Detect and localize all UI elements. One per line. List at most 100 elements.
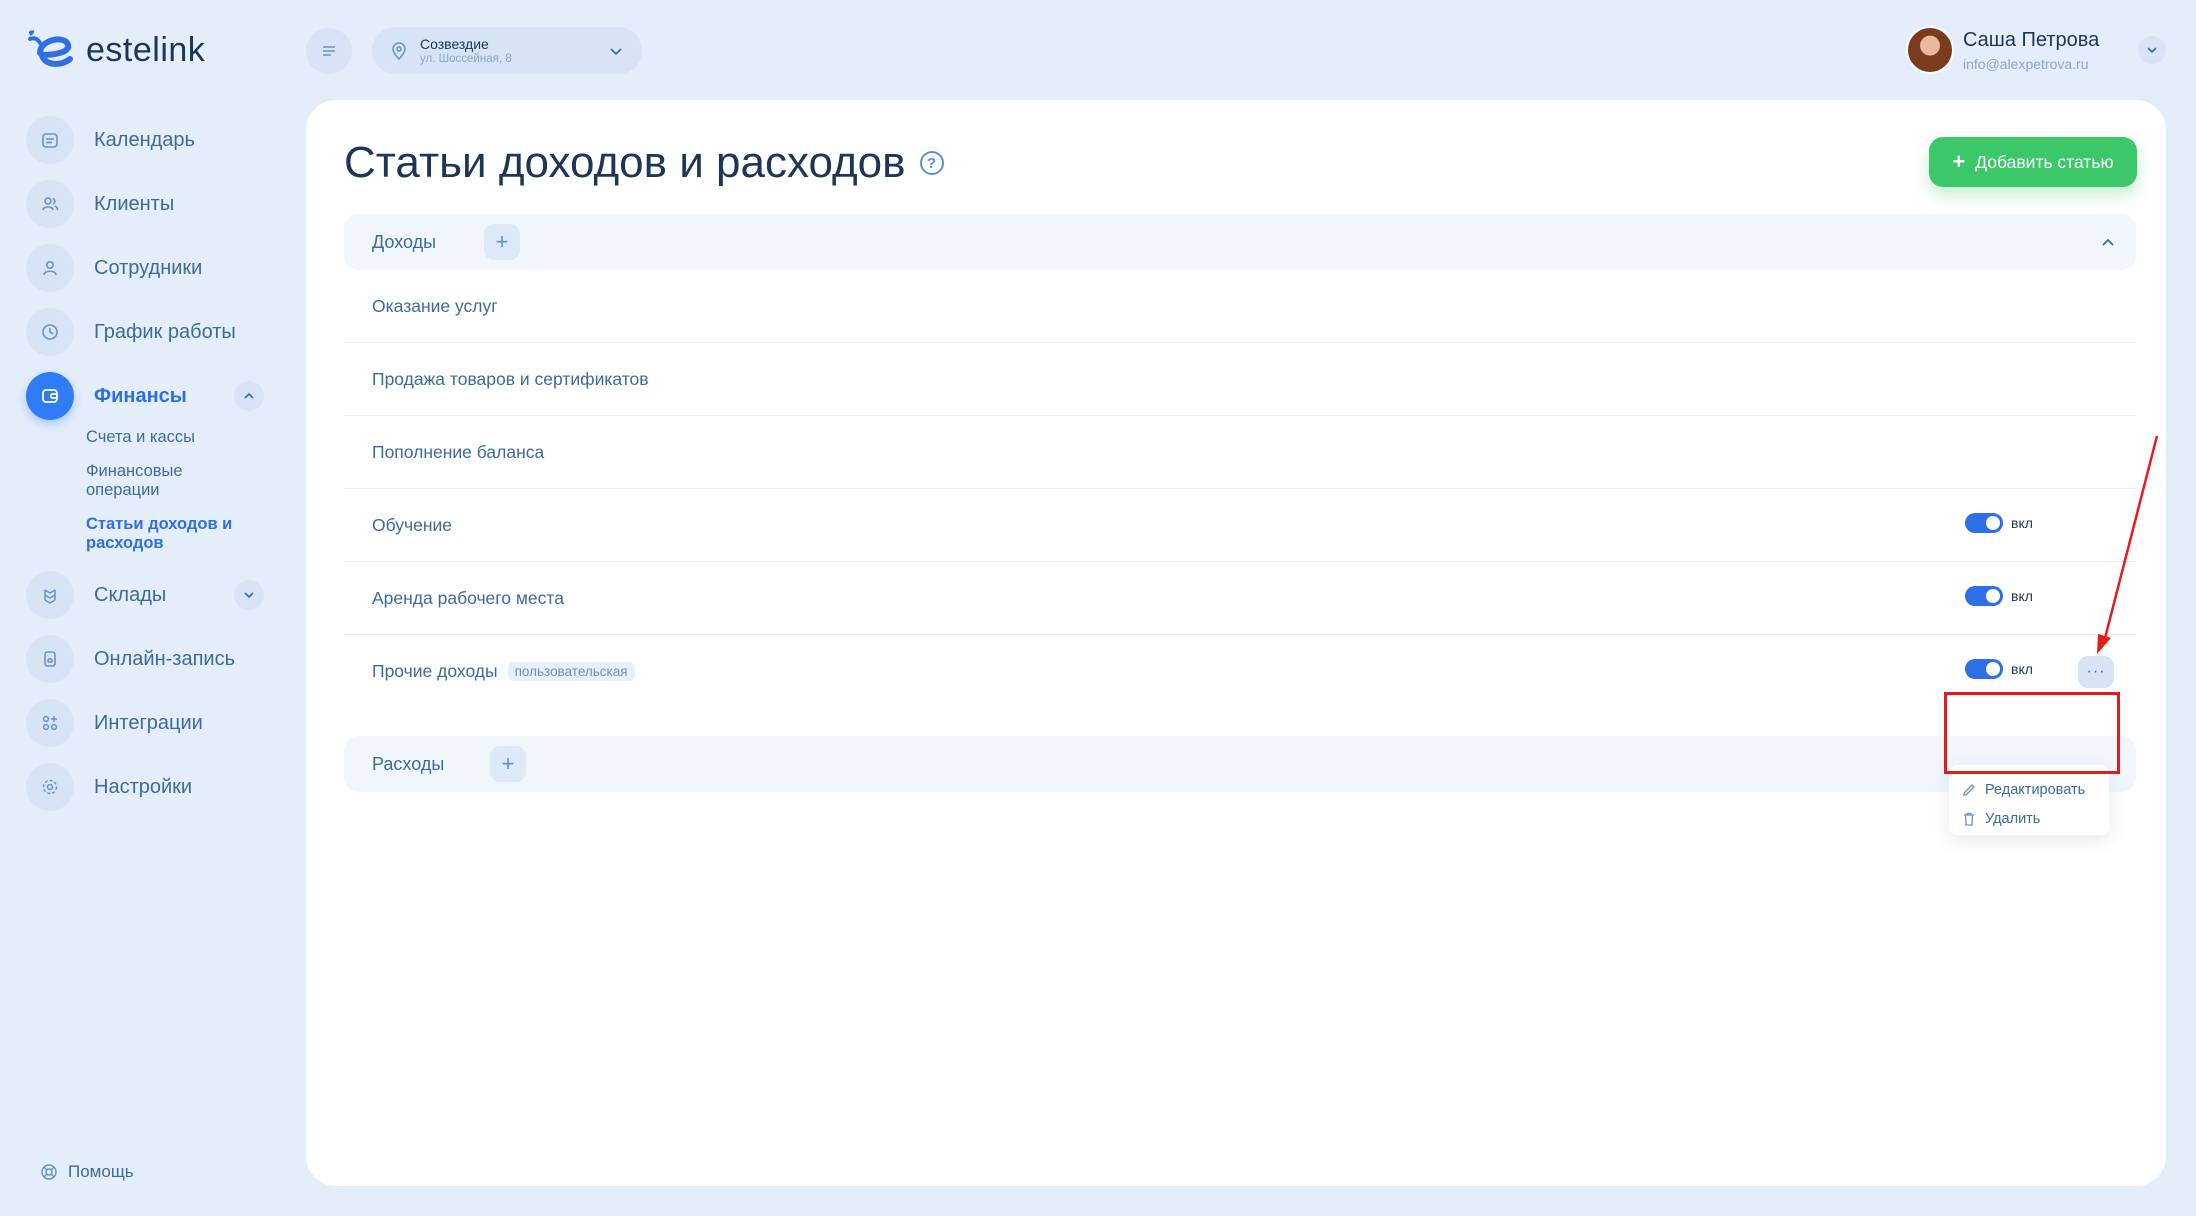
list-item[interactable]: Оказание услуг (344, 270, 2136, 343)
calendar-icon (26, 116, 74, 164)
edit-menu-item[interactable]: Редактировать (1961, 775, 2109, 804)
sidebar-item-finance[interactable]: Финансы (26, 372, 266, 420)
list-item[interactable]: Прочие доходы пользовательская вкл ··· (344, 635, 2136, 708)
sidebar-item-label: Календарь (94, 128, 195, 151)
sidebar-item-label: Онлайн-запись (94, 647, 235, 670)
sidebar-nav: Календарь Клиенты Сотрудники График рабо… (26, 116, 266, 827)
logo-text: estelink (86, 30, 206, 69)
sidebar-item-schedule[interactable]: График работы (26, 308, 266, 356)
user-menu-chevron-icon[interactable] (2138, 36, 2166, 64)
plus-icon: + (1952, 149, 1966, 174)
menu-lines-icon (323, 46, 335, 56)
user-name: Саша Петрова (1963, 28, 2100, 51)
page-title: Статьи доходов и расходов ? (344, 138, 944, 188)
clock-icon (26, 308, 74, 356)
branch-name: Созвездие (420, 36, 489, 52)
delete-menu-item[interactable]: Удалить (1961, 804, 2109, 833)
list-item[interactable]: Аренда рабочего места вкл (344, 562, 2136, 635)
annotation-arrow-icon (2097, 435, 2159, 654)
user-info: Саша Петрова info@alexpetrova.ru (1963, 29, 2099, 72)
more-actions-button[interactable]: ··· (2078, 656, 2114, 688)
chevron-down-icon (610, 47, 622, 55)
enabled-toggle[interactable]: вкл (1965, 586, 2033, 606)
warehouse-icon (26, 571, 74, 619)
logo[interactable]: estelink (26, 26, 205, 74)
online-booking-icon (26, 635, 74, 683)
income-section-header[interactable]: Доходы + (344, 214, 2136, 270)
add-article-label: Добавить статью (1975, 151, 2114, 172)
chevron-up-icon[interactable] (234, 381, 264, 411)
toggle-switch[interactable] (1965, 513, 2003, 533)
help-label: Помощь (68, 1162, 134, 1181)
toggle-label: вкл (2011, 661, 2033, 677)
row-label: Прочие доходы (372, 661, 498, 681)
more-dots-icon: ··· (2086, 663, 2106, 680)
chevron-down-icon[interactable] (234, 580, 264, 610)
list-item[interactable]: Пополнение баланса (344, 416, 2136, 489)
row-label: Продажа товаров и сертификатов (372, 368, 649, 389)
toggle-label: вкл (2011, 588, 2033, 604)
user-email: info@alexpetrova.ru (1963, 55, 2089, 72)
trash-icon (1964, 812, 1974, 826)
user-profile[interactable]: Саша Петрова info@alexpetrova.ru (1906, 26, 2099, 74)
edit-label: Редактировать (1985, 781, 2086, 798)
add-article-button[interactable]: + Добавить статью (1929, 137, 2137, 187)
subnav-item-operations[interactable]: Финансовые операции (86, 462, 216, 500)
annotation-highlight-box (1944, 692, 2120, 774)
row-label: Пополнение баланса (372, 441, 545, 462)
row-actions-menu: Редактировать Удалить (1949, 765, 2109, 835)
custom-badge: пользовательская (507, 662, 635, 681)
sidebar-item-label: Клиенты (94, 192, 175, 215)
integrations-icon (26, 699, 74, 747)
toggle-label: вкл (2011, 515, 2033, 531)
toggle-switch[interactable] (1965, 586, 2003, 606)
clients-icon (26, 180, 74, 228)
enabled-toggle[interactable]: вкл (1965, 513, 2033, 533)
sidebar-item-employees[interactable]: Сотрудники (26, 244, 266, 292)
sidebar-item-label: Настройки (94, 775, 193, 798)
employee-icon (26, 244, 74, 292)
expenses-section-label: Расходы (372, 753, 445, 774)
sidebar-item-warehouses[interactable]: Склады (26, 571, 266, 619)
row-label: Обучение (372, 514, 453, 535)
sidebar-item-settings[interactable]: Настройки (26, 763, 266, 811)
branch-selector[interactable]: Созвездие ул. Шоссейная, 8 (372, 27, 642, 74)
subnav-item-accounts[interactable]: Счета и кассы (86, 428, 266, 447)
add-income-button[interactable]: + (484, 224, 520, 260)
sidebar-item-label: Сотрудники (94, 256, 203, 279)
menu-toggle-button[interactable] (306, 28, 352, 74)
row-label: Аренда рабочего места (372, 587, 564, 608)
branch-text: Созвездие ул. Шоссейная, 8 (420, 36, 608, 65)
expenses-section-header[interactable]: Расходы + (344, 736, 2136, 792)
gear-icon (26, 763, 74, 811)
sidebar-item-label: Финансы (94, 384, 187, 407)
location-pin-icon (392, 41, 406, 60)
chevron-up-icon[interactable] (2098, 232, 2118, 252)
toggle-switch[interactable] (1965, 659, 2003, 679)
branch-address: ул. Шоссейная, 8 (420, 53, 512, 65)
sidebar-item-integrations[interactable]: Интеграции (26, 699, 266, 747)
add-expense-button[interactable]: + (490, 746, 526, 782)
delete-label: Удалить (1985, 810, 2041, 827)
sidebar-item-label: Склады (94, 583, 167, 606)
main-card: Статьи доходов и расходов ? + Добавить с… (306, 100, 2166, 1186)
subnav-item-income-expense-articles[interactable]: Статьи доходов и расходов (86, 515, 256, 553)
sidebar-item-label: Интеграции (94, 711, 203, 734)
sidebar-item-clients[interactable]: Клиенты (26, 180, 266, 228)
question-icon[interactable]: ? (919, 151, 944, 175)
enabled-toggle[interactable]: вкл (1965, 659, 2033, 679)
list-item[interactable]: Обучение вкл (344, 489, 2136, 562)
income-section-label: Доходы (372, 231, 437, 252)
pencil-icon (1963, 783, 1975, 796)
lifebuoy-icon (41, 1164, 57, 1180)
page-title-text: Статьи доходов и расходов (344, 138, 906, 187)
avatar (1906, 26, 1954, 74)
sidebar-item-online-booking[interactable]: Онлайн-запись (26, 635, 266, 683)
sidebar-item-calendar[interactable]: Календарь (26, 116, 266, 164)
finance-subnav: Счета и кассы Финансовые операции Статьи… (86, 428, 266, 553)
logo-mark-icon (28, 30, 73, 67)
list-item[interactable]: Продажа товаров и сертификатов (344, 343, 2136, 416)
wallet-icon (26, 372, 74, 420)
row-label: Оказание услуг (372, 295, 498, 316)
help-link[interactable]: Помощь (40, 1162, 134, 1182)
